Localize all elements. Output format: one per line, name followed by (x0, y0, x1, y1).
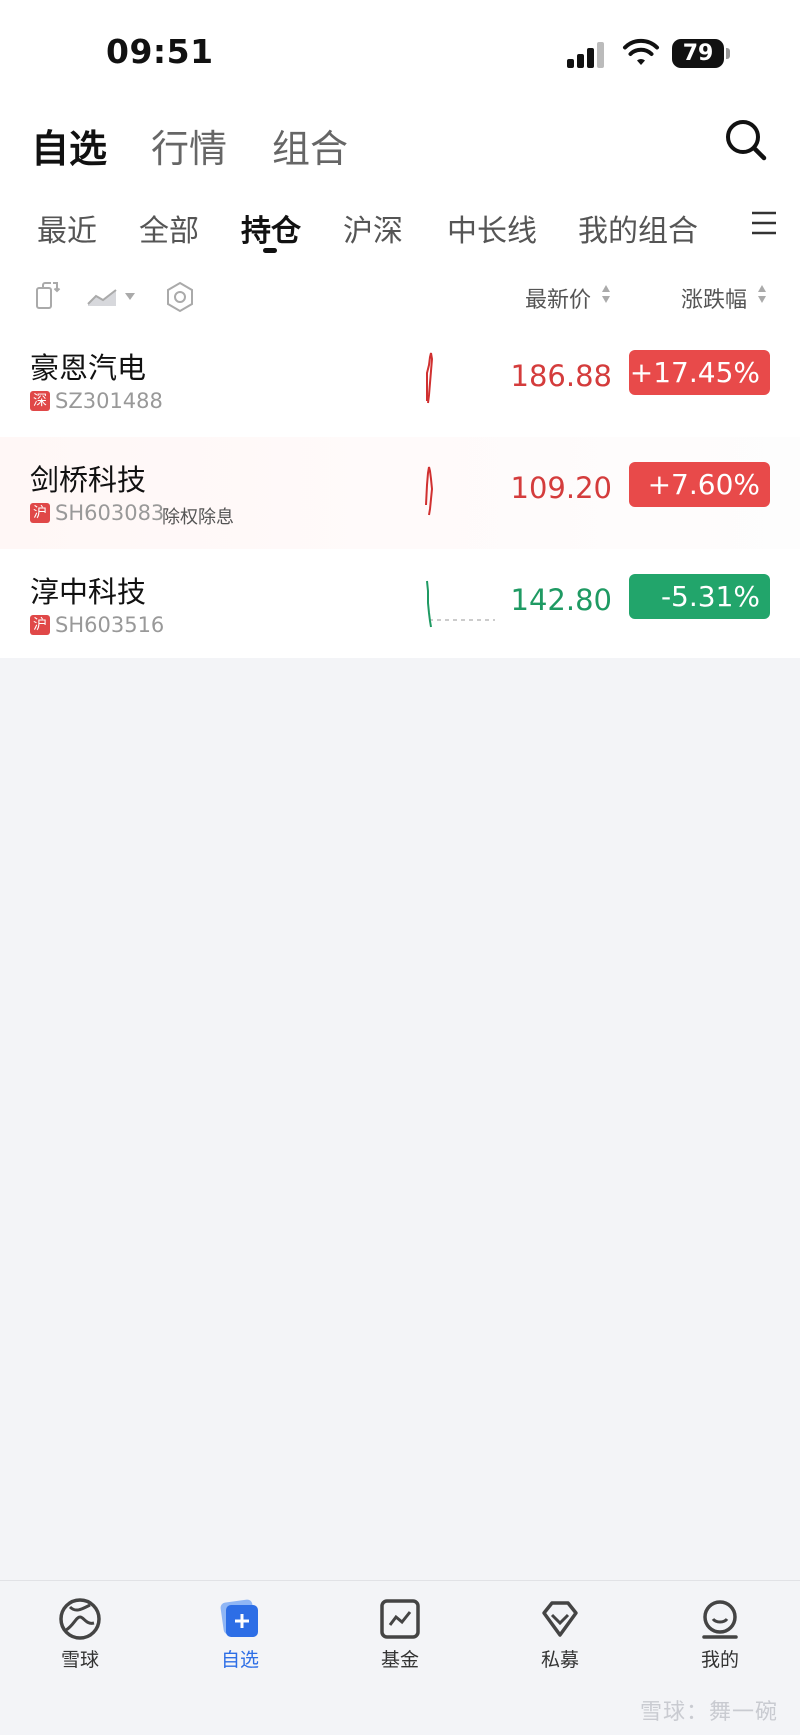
tab-portfolio[interactable]: 组合 (272, 118, 348, 173)
change-badge[interactable]: +17.45% (629, 350, 770, 395)
top-area: 09:51 79 自选 行情 组合 最近 全部 持仓 沪深 中长线 我的组合 最… (0, 0, 800, 658)
copy-icon[interactable] (34, 280, 62, 312)
chart-mode-icon[interactable] (86, 284, 138, 310)
sparkline (426, 352, 434, 404)
tab-market[interactable]: 行情 (151, 118, 227, 173)
watchlist-icon (220, 1599, 258, 1637)
latest-price: 142.80 (510, 583, 612, 617)
subtab-my-portfolio[interactable]: 我的组合 (578, 206, 698, 250)
nav-fund[interactable]: 基金 (345, 1595, 455, 1672)
stock-row[interactable]: 豪恩汽电 深 SZ301488 186.88 +17.45% (0, 325, 800, 437)
exchange-badge: 沪 (30, 615, 50, 635)
cellular-signal-icon (567, 40, 607, 68)
latest-price: 186.88 (510, 359, 612, 393)
settings-icon[interactable] (164, 281, 196, 313)
watermark: 雪球：舞一碗 (639, 1699, 778, 1724)
fund-icon (380, 1599, 420, 1639)
stock-code: SH603083 (55, 501, 165, 525)
profile-icon (702, 1600, 738, 1639)
subtab-recent[interactable]: 最近 (37, 206, 97, 250)
nav-label: 雪球 (60, 1649, 99, 1671)
nav-label: 基金 (380, 1649, 419, 1671)
stock-name: 剑桥科技 (30, 463, 147, 497)
exchange-badge: 深 (30, 391, 50, 411)
sparkline (425, 466, 434, 516)
stock-name: 淳中科技 (30, 575, 147, 609)
nav-private-fund[interactable]: 私募 (505, 1595, 615, 1672)
column-header-change[interactable]: 涨跌幅 (681, 282, 747, 314)
wifi-icon (623, 38, 659, 65)
stock-row[interactable]: 淳中科技 沪 SH603516 142.80 -5.31% (0, 549, 800, 661)
tab-watchlist[interactable]: 自选 (31, 118, 107, 173)
status-time: 09:51 (106, 32, 214, 71)
sort-icon[interactable] (601, 283, 611, 305)
nav-profile[interactable]: 我的 (665, 1595, 775, 1672)
subtab-shanghai-shenzhen[interactable]: 沪深 (343, 206, 403, 250)
subtab-long-term[interactable]: 中长线 (447, 206, 537, 250)
column-header-price[interactable]: 最新价 (525, 282, 591, 314)
battery-indicator: 79 (672, 39, 730, 68)
snowball-icon (59, 1598, 101, 1640)
change-badge[interactable]: +7.60% (629, 462, 770, 507)
nav-label: 我的 (700, 1649, 739, 1671)
stock-row[interactable]: 剑桥科技 沪 SH603083 除权除息 109.20 +7.60% (0, 437, 800, 549)
stock-code: SH603516 (55, 613, 165, 637)
sort-icon[interactable] (757, 283, 767, 305)
menu-icon[interactable] (750, 210, 778, 236)
active-tab-indicator (263, 248, 277, 253)
stock-name: 豪恩汽电 (30, 351, 147, 385)
nav-label: 自选 (220, 1649, 259, 1671)
sparkline (426, 580, 495, 628)
change-badge[interactable]: -5.31% (629, 574, 770, 619)
stock-code: SZ301488 (55, 389, 163, 413)
nav-label: 私募 (540, 1649, 579, 1671)
diamond-icon (542, 1601, 578, 1637)
subtab-holdings[interactable]: 持仓 (241, 206, 301, 250)
latest-price: 109.20 (510, 471, 612, 505)
exchange-badge: 沪 (30, 503, 50, 523)
nav-snowball[interactable]: 雪球 (25, 1595, 135, 1672)
nav-watchlist[interactable]: 自选 (185, 1595, 295, 1672)
ex-dividend-tag: 除权除息 (162, 507, 234, 528)
search-icon[interactable] (724, 118, 768, 162)
subtab-all[interactable]: 全部 (139, 206, 199, 250)
